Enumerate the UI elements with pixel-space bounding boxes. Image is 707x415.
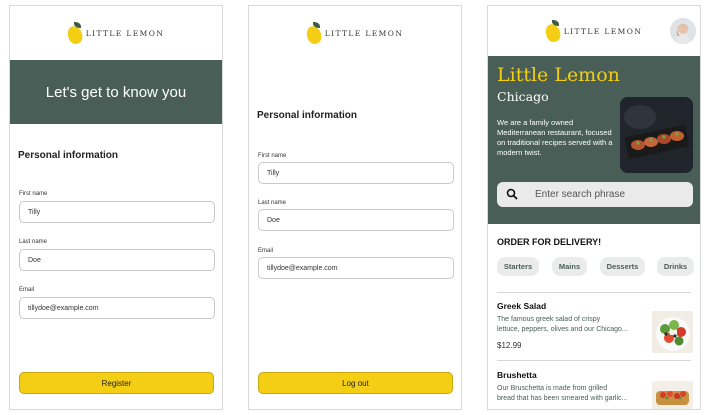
divider [497, 292, 691, 293]
section-title: Personal information [257, 110, 358, 121]
lemon-icon [543, 20, 563, 44]
category-mains[interactable]: Mains [552, 257, 587, 276]
last-name-label: Last name [258, 200, 287, 206]
dish-description-line: bread that has been smeared with garlic.… [497, 395, 628, 402]
profile-screen: LITTLE LEMON Personal information First … [248, 5, 462, 410]
category-desserts[interactable]: Desserts [600, 257, 645, 276]
logo-text: LITTLE LEMON [85, 28, 165, 38]
dish-description-line: Our Bruschetta is made from grilled [497, 385, 608, 392]
dish-description-line: lettuce, peppers, olives and our Chicago… [497, 326, 628, 333]
email-field[interactable]: tillydoe@example.com [258, 257, 454, 279]
divider [497, 360, 691, 361]
search-bar[interactable]: Enter search phrase [497, 182, 693, 207]
header: LITTLE LEMON [249, 6, 461, 60]
category-starters[interactable]: Starters [497, 257, 539, 276]
first-name-field[interactable]: Tilly [19, 201, 215, 223]
hero-city: Chicago [497, 89, 549, 104]
hero-image [620, 97, 693, 173]
logo-text: LITTLE LEMON [563, 26, 643, 36]
hero-title: Little Lemon [497, 64, 620, 86]
onboarding-screen: LITTLE LEMON Let's get to know you Perso… [9, 5, 223, 410]
dish-price: $12.99 [497, 341, 522, 350]
dish-description: Our Bruschetta is made from grilled brea… [497, 384, 645, 404]
hero-section: Little Lemon Chicago We are a family own… [488, 56, 700, 224]
last-name-label: Last name [19, 239, 48, 245]
greek-salad-image [652, 311, 693, 353]
email-label: Email [19, 287, 35, 293]
first-name-field[interactable]: Tilly [258, 162, 454, 184]
welcome-banner: Let's get to know you [10, 60, 222, 124]
avatar-image [670, 18, 696, 44]
header: LITTLE LEMON [488, 6, 700, 56]
logout-button[interactable]: Log out [258, 372, 453, 394]
hero-description: We are a family owned Mediterranean rest… [497, 118, 613, 157]
lemon-icon [304, 22, 324, 46]
lemon-icon [65, 22, 85, 46]
email-field[interactable]: tillydoe@example.com [19, 297, 215, 319]
order-title: ORDER FOR DELIVERY! [497, 237, 602, 247]
dish-description: The famous greek salad of crispy lettuce… [497, 315, 645, 335]
search-icon [502, 182, 524, 207]
dish-name: Greek Salad [497, 301, 547, 311]
logo: LITTLE LEMON [65, 22, 165, 46]
first-name-label: First name [258, 153, 287, 159]
email-label: Email [258, 248, 274, 254]
last-name-field[interactable]: Doe [258, 209, 454, 231]
logo: LITTLE LEMON [304, 22, 404, 46]
first-name-label: First name [19, 191, 48, 197]
category-drinks[interactable]: Drinks [657, 257, 694, 276]
section-title: Personal information [18, 150, 119, 161]
logo-text: LITTLE LEMON [324, 28, 404, 38]
register-button[interactable]: Register [19, 372, 214, 394]
logo: LITTLE LEMON [543, 20, 643, 44]
profile-avatar[interactable] [670, 18, 696, 44]
dish-name: Brushetta [497, 370, 537, 380]
last-name-field[interactable]: Doe [19, 249, 215, 271]
search-placeholder: Enter search phrase [535, 189, 626, 200]
dish-description-line: The famous greek salad of crispy [497, 316, 601, 323]
bruschetta-image [652, 381, 693, 409]
header: LITTLE LEMON [10, 6, 222, 60]
home-screen: LITTLE LEMON Little Lemon Chicago We are… [487, 5, 701, 410]
